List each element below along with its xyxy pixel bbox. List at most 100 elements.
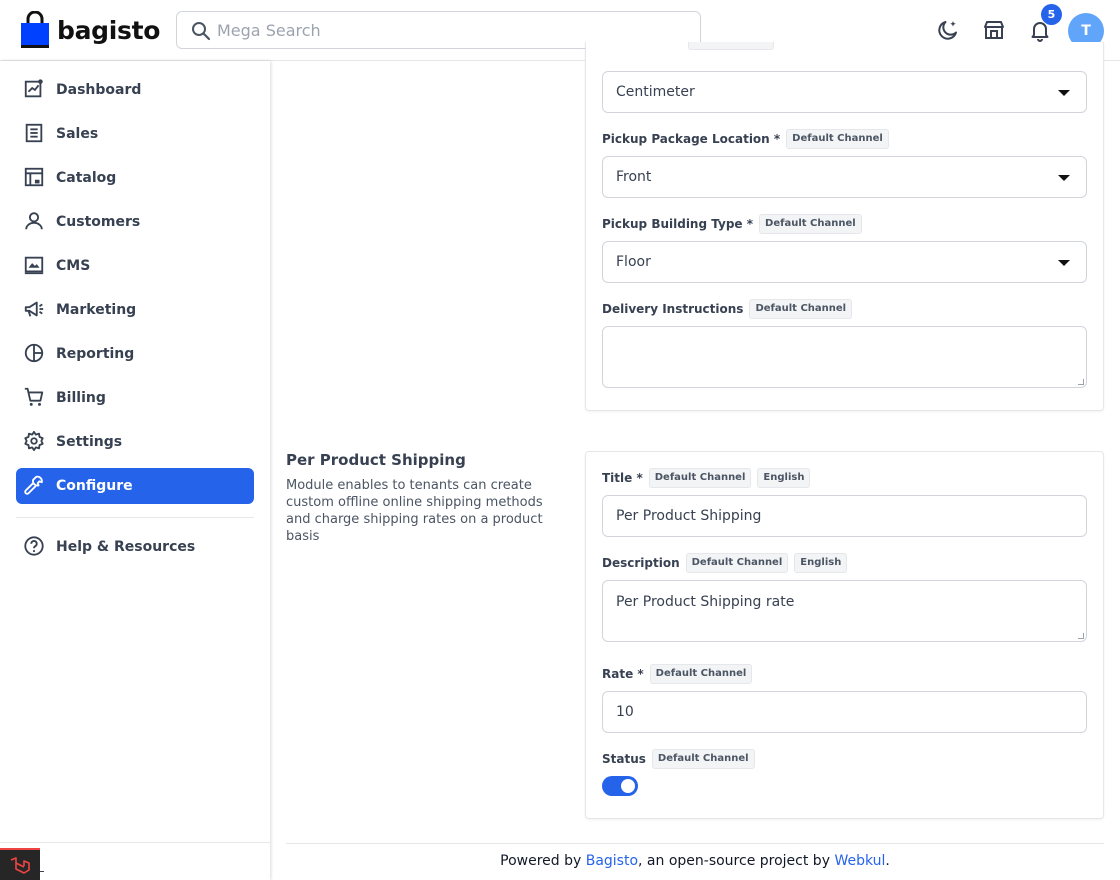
sidebar-item-sales[interactable]: Sales xyxy=(16,116,254,152)
pickup-location-label: Pickup Package Location * Default Channe… xyxy=(602,129,889,149)
field-label-text: Title * xyxy=(602,471,643,485)
channel-chip: Default Channel xyxy=(759,214,862,234)
section-description: Module enables to tenants can create cus… xyxy=(286,478,543,544)
shopping-bag-icon xyxy=(21,11,49,48)
customers-icon xyxy=(25,212,43,230)
sidebar-item-settings[interactable]: Settings xyxy=(16,424,254,460)
sidebar-item-label: Customers xyxy=(56,214,141,230)
description-textarea[interactable]: Per Product Shipping rate xyxy=(602,580,1087,642)
footer-middle: , an open-source project by xyxy=(638,853,835,869)
pickup-building-label: Pickup Building Type * Default Channel xyxy=(602,214,862,234)
sidebar-item-billing[interactable]: Billing xyxy=(16,380,254,416)
footer-prefix: Powered by xyxy=(500,853,586,869)
logo-text: bagisto xyxy=(57,15,161,45)
sidebar-item-dashboard[interactable]: Dashboard xyxy=(16,72,254,108)
debugbar-collapse-handle[interactable] xyxy=(40,871,44,872)
sidebar-item-reporting[interactable]: Reporting xyxy=(16,336,254,372)
megaphone-icon xyxy=(24,301,44,317)
sidebar: Dashboard Sales Catalog Customers CMS Ma… xyxy=(0,61,270,880)
field-label-text: Rate * xyxy=(602,667,644,681)
laravel-icon xyxy=(10,857,30,874)
sidebar-item-label: Marketing xyxy=(56,302,137,318)
pickup-building-select[interactable]: Floor xyxy=(602,241,1087,283)
field-label-text: Status xyxy=(602,752,646,766)
title-label: Title * Default Channel English xyxy=(602,468,811,488)
footer-divider xyxy=(286,843,1104,844)
field-label-text: Pickup Building Type * xyxy=(602,217,754,231)
sidebar-item-catalog[interactable]: Catalog xyxy=(16,160,254,196)
sidebar-item-configure[interactable]: Configure xyxy=(16,468,254,504)
delivery-instructions-label: Delivery Instructions Default Channel xyxy=(602,299,853,319)
laravel-debugbar-button[interactable] xyxy=(0,848,40,880)
bagisto-link[interactable]: Bagisto xyxy=(586,853,638,869)
delivery-instructions-textarea[interactable] xyxy=(602,326,1087,388)
wrench-icon xyxy=(24,475,43,495)
scrolled-label xyxy=(602,42,1087,64)
pickup-location-select[interactable]: Front xyxy=(602,156,1087,198)
locale-chip: English xyxy=(757,468,811,488)
locale-chip: English xyxy=(794,553,848,573)
rate-input[interactable]: 10 xyxy=(602,691,1087,733)
footer-suffix: . xyxy=(885,853,890,869)
rate-label: Rate * Default Channel xyxy=(602,664,753,684)
webkul-link[interactable]: Webkul xyxy=(834,853,885,869)
cart-icon xyxy=(24,387,44,406)
storefront-icon[interactable] xyxy=(982,18,1006,42)
help-icon xyxy=(24,536,44,556)
description-value: Per Product Shipping rate xyxy=(616,594,795,610)
sidebar-item-label: Billing xyxy=(56,390,106,406)
gear-icon xyxy=(24,430,44,452)
sidebar-footer-divider xyxy=(0,842,270,843)
dark-mode-icon[interactable] xyxy=(936,18,960,42)
sidebar-item-label: Dashboard xyxy=(56,82,142,98)
sidebar-item-label: Configure xyxy=(56,478,133,494)
channel-chip: Default Channel xyxy=(786,129,889,149)
bagisto-logo[interactable]: bagisto xyxy=(20,10,160,50)
sidebar-item-label: Settings xyxy=(56,434,123,450)
sidebar-item-cms[interactable]: CMS xyxy=(16,248,254,284)
status-label: Status Default Channel xyxy=(602,749,755,769)
chevron-down-icon xyxy=(1058,90,1070,96)
field-label-text: Description xyxy=(602,556,680,570)
sidebar-item-customers[interactable]: Customers xyxy=(16,204,254,240)
channel-chip: Default Channel xyxy=(649,664,753,684)
sidebar-item-label: CMS xyxy=(56,258,91,274)
unit-select-value: Centimeter xyxy=(616,84,695,100)
unit-select[interactable]: Centimeter xyxy=(602,71,1087,113)
title-input-value: Per Product Shipping xyxy=(616,508,762,524)
sidebar-item-marketing[interactable]: Marketing xyxy=(16,292,254,328)
rate-input-value: 10 xyxy=(616,704,634,720)
channel-chip: Default Channel xyxy=(749,299,853,319)
clipped-channel-chip xyxy=(688,42,774,50)
sidebar-item-label: Sales xyxy=(56,126,99,142)
pie-chart-icon xyxy=(24,343,44,363)
resize-handle-icon[interactable] xyxy=(1078,379,1084,385)
chevron-down-icon xyxy=(1058,175,1070,181)
resize-handle-icon[interactable] xyxy=(1078,633,1084,639)
status-toggle[interactable] xyxy=(602,776,638,796)
title-input[interactable]: Per Product Shipping xyxy=(602,495,1087,537)
sales-icon xyxy=(25,123,43,143)
channel-chip: Default Channel xyxy=(651,749,755,769)
sidebar-item-label: Catalog xyxy=(56,170,117,186)
sidebar-item-label: Reporting xyxy=(56,346,135,362)
sidebar-item-label: Help & Resources xyxy=(56,539,196,555)
catalog-icon xyxy=(24,167,44,187)
chevron-down-icon xyxy=(1058,260,1070,266)
field-label-text: Delivery Instructions xyxy=(602,302,744,316)
section-title: Per Product Shipping xyxy=(286,451,466,469)
page-footer: Powered by Bagisto, an open-source proje… xyxy=(286,853,1104,869)
notification-count-badge: 5 xyxy=(1041,4,1062,25)
cms-icon xyxy=(24,256,44,275)
pickup-location-value: Front xyxy=(616,169,652,185)
field-label-text: Pickup Package Location * xyxy=(602,132,781,146)
pickup-building-value: Floor xyxy=(616,254,651,270)
channel-chip: Default Channel xyxy=(685,553,789,573)
toggle-knob xyxy=(621,779,635,793)
search-icon xyxy=(192,22,211,41)
channel-chip: Default Channel xyxy=(648,468,752,488)
dashboard-icon xyxy=(24,79,43,98)
sidebar-divider xyxy=(16,517,254,518)
sidebar-item-help[interactable]: Help & Resources xyxy=(16,529,254,565)
description-label: Description Default Channel English xyxy=(602,553,848,573)
